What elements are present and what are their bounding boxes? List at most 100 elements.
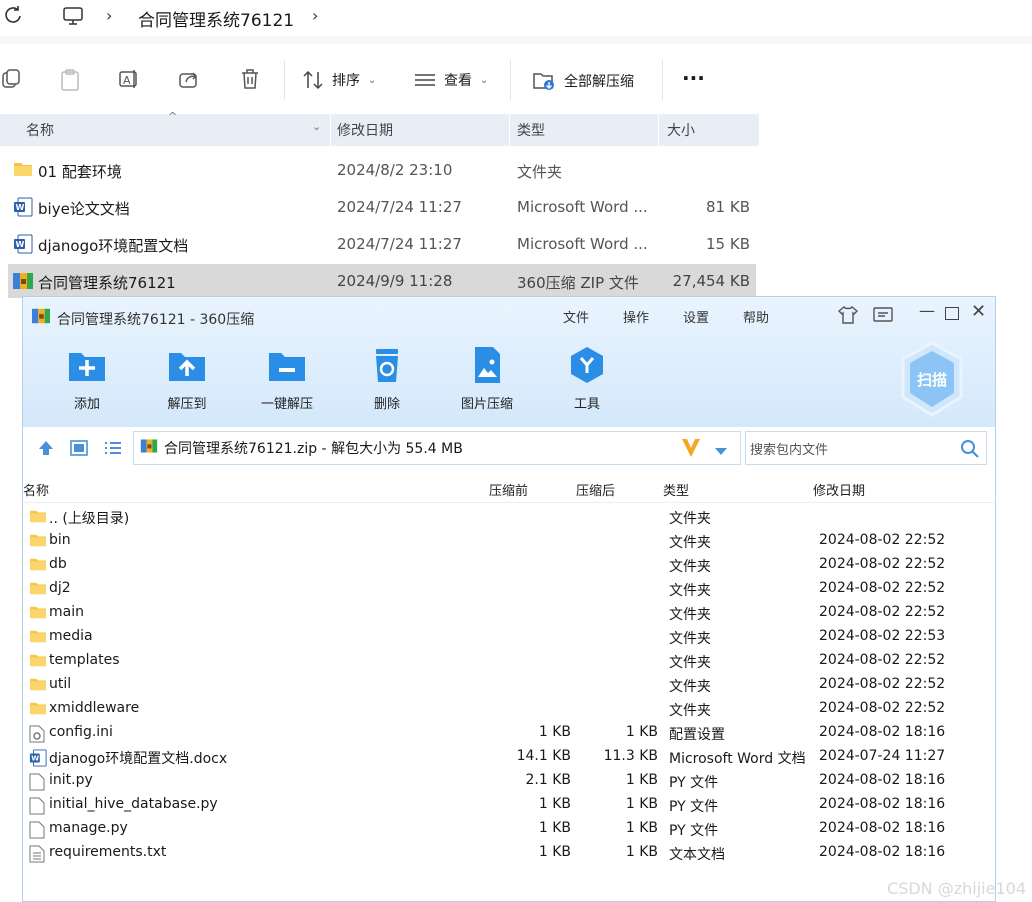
up-arrow-icon[interactable] bbox=[37, 439, 55, 461]
zip-file-name: media bbox=[49, 628, 93, 644]
zip-file-type: PY 文件 bbox=[669, 799, 719, 815]
zip-file-row[interactable]: templates 文件夹 2024-08-02 22:52 bbox=[23, 649, 995, 673]
image-compress-icon bbox=[467, 345, 507, 385]
zip-file-type: 文件夹 bbox=[669, 655, 711, 671]
minimize-button[interactable]: — bbox=[919, 301, 935, 320]
zip-archive-icon bbox=[140, 437, 158, 459]
extract-to-button[interactable]: 解压到 bbox=[147, 345, 227, 412]
menu-file[interactable]: 文件 bbox=[563, 307, 589, 326]
extract-to-icon bbox=[167, 345, 207, 385]
zip-file-date: 2024-08-02 22:52 bbox=[819, 652, 946, 668]
thumbnail-view-icon[interactable] bbox=[69, 439, 89, 461]
zip-file-before: 14.1 KB bbox=[516, 748, 571, 764]
zip-file-type: 文件夹 bbox=[669, 607, 711, 623]
folder-icon bbox=[29, 701, 47, 719]
zip-file-row[interactable]: dj2 文件夹 2024-08-02 22:52 bbox=[23, 577, 995, 601]
file-type: Microsoft Word ... bbox=[517, 198, 648, 216]
zip-file-row[interactable]: init.py 2.1 KB 1 KB PY 文件 2024-08-02 18:16 bbox=[23, 769, 995, 793]
chevron-down-icon: ⌄ bbox=[368, 74, 377, 86]
zip-file-row[interactable]: media 文件夹 2024-08-02 22:53 bbox=[23, 625, 995, 649]
file-row-selected[interactable]: 合同管理系统76121 2024/9/9 11:28 360压缩 ZIP 文件 … bbox=[8, 264, 756, 298]
one-click-extract-button[interactable]: 一键解压 bbox=[247, 345, 327, 412]
zip-file-date: 2024-08-02 22:52 bbox=[819, 676, 946, 692]
share-icon[interactable] bbox=[178, 68, 200, 90]
column-header-size[interactable]: 大小 bbox=[659, 114, 759, 146]
file-size: 27,454 KB bbox=[672, 272, 750, 290]
zip-column-before[interactable]: 压缩前 bbox=[489, 477, 528, 501]
search-icon[interactable] bbox=[960, 439, 980, 463]
chevron-right-icon: › bbox=[106, 6, 113, 25]
zip-file-row[interactable]: .. (上级目录) 文件夹 bbox=[23, 505, 995, 529]
more-button[interactable]: ··· bbox=[682, 66, 705, 90]
zip-file-after: 1 KB bbox=[625, 772, 658, 788]
sort-button[interactable]: 排序 ⌄ bbox=[302, 70, 376, 90]
zip-column-date[interactable]: 修改日期 bbox=[813, 477, 865, 501]
image-compress-button[interactable]: 图片压缩 bbox=[447, 345, 527, 412]
delete-label: 删除 bbox=[373, 397, 400, 412]
chevron-down-icon[interactable] bbox=[714, 444, 728, 460]
list-view-icon[interactable] bbox=[103, 439, 123, 461]
message-icon[interactable] bbox=[873, 306, 893, 328]
zip-file-row[interactable]: util 文件夹 2024-08-02 22:52 bbox=[23, 673, 995, 697]
rename-icon[interactable]: A bbox=[118, 68, 140, 90]
svg-text:W: W bbox=[16, 203, 25, 212]
file-type: 360压缩 ZIP 文件 bbox=[517, 274, 639, 292]
archive-path-bar[interactable]: 合同管理系统76121.zip - 解包大小为 55.4 MB bbox=[133, 431, 741, 465]
zip-file-name: djanogo环境配置文档.docx bbox=[49, 751, 228, 767]
column-header-date[interactable]: 修改日期 bbox=[331, 114, 509, 146]
zip-file-name: util bbox=[49, 676, 72, 692]
zip-file-row[interactable]: config.ini 1 KB 1 KB 配置设置 2024-08-02 18:16 bbox=[23, 721, 995, 745]
zip-column-name[interactable]: 名称 bbox=[23, 477, 49, 501]
zip-file-row[interactable]: main 文件夹 2024-08-02 22:52 bbox=[23, 601, 995, 625]
zip-file-date: 2024-08-02 22:52 bbox=[819, 556, 946, 572]
zip-file-row[interactable]: requirements.txt 1 KB 1 KB 文本文档 2024-08-02 1… bbox=[23, 841, 995, 865]
add-button[interactable]: 添加 bbox=[47, 345, 127, 412]
file-date: 2024/8/2 23:10 bbox=[337, 161, 453, 179]
zip-column-type[interactable]: 类型 bbox=[663, 477, 689, 501]
folder-icon bbox=[29, 581, 47, 599]
menu-operation[interactable]: 操作 bbox=[623, 307, 649, 326]
refresh-icon[interactable] bbox=[4, 5, 22, 29]
zip-column-after[interactable]: 压缩后 bbox=[576, 477, 615, 501]
delete-icon[interactable] bbox=[240, 68, 260, 90]
column-header-type[interactable]: 类型 bbox=[510, 114, 658, 146]
zip-file-name: initial_hive_database.py bbox=[49, 796, 218, 812]
tools-button[interactable]: 工具 bbox=[547, 345, 627, 412]
column-header-label: 大小 bbox=[667, 123, 695, 139]
zip-archive-icon bbox=[12, 271, 34, 295]
column-header-name[interactable]: 名称 ^ ⌄ bbox=[0, 110, 330, 146]
chevron-right-icon[interactable]: › bbox=[312, 6, 318, 25]
search-input[interactable]: 搜索包内文件 bbox=[745, 431, 987, 465]
view-button[interactable]: 查看 ⌄ bbox=[414, 70, 488, 90]
copy-icon[interactable] bbox=[0, 68, 20, 90]
zip-file-row[interactable]: manage.py 1 KB 1 KB PY 文件 2024-08-02 18:16 bbox=[23, 817, 995, 841]
scan-button[interactable]: 扫描 bbox=[899, 341, 965, 421]
chevron-down-icon[interactable]: ⌄ bbox=[312, 120, 321, 133]
zip-file-type: 文件夹 bbox=[669, 631, 711, 647]
zip-file-row[interactable]: bin 文件夹 2024-08-02 22:52 bbox=[23, 529, 995, 553]
breadcrumb-current[interactable]: 合同管理系统76121 bbox=[138, 6, 294, 31]
zip-file-row[interactable]: Wdjanogo环境配置文档.docx 14.1 KB 11.3 KB Microso… bbox=[23, 745, 995, 769]
sort-label: 排序 bbox=[332, 73, 360, 89]
menu-settings[interactable]: 设置 bbox=[683, 307, 709, 326]
zip-window-title: 合同管理系统76121 - 360压缩 bbox=[57, 312, 255, 328]
file-row[interactable]: 01 配套环境 2024/8/2 23:10 文件夹 bbox=[8, 153, 756, 187]
extract-to-label: 解压到 bbox=[167, 397, 207, 412]
file-row[interactable]: W biye论文文档 2024/7/24 11:27 Microsoft Wor… bbox=[8, 190, 756, 224]
zip-file-row[interactable]: xmiddleware 文件夹 2024-08-02 22:52 bbox=[23, 697, 995, 721]
close-button[interactable]: ✕ bbox=[971, 301, 986, 322]
v-badge-icon[interactable] bbox=[680, 436, 702, 464]
file-row[interactable]: W djanogo环境配置文档 2024/7/24 11:27 Microsof… bbox=[8, 227, 756, 261]
delete-button[interactable]: 删除 bbox=[347, 345, 427, 412]
computer-icon[interactable] bbox=[62, 6, 84, 30]
extract-all-button[interactable]: 全部解压缩 bbox=[532, 70, 634, 92]
maximize-button[interactable] bbox=[945, 307, 959, 320]
zip-file-row[interactable]: db 文件夹 2024-08-02 22:52 bbox=[23, 553, 995, 577]
zip-file-name: dj2 bbox=[49, 580, 71, 596]
column-header-label: 修改日期 bbox=[337, 123, 393, 139]
skin-icon[interactable] bbox=[837, 305, 859, 329]
menu-help[interactable]: 帮助 bbox=[743, 307, 769, 326]
paste-icon[interactable] bbox=[60, 68, 80, 92]
zip-file-row[interactable]: initial_hive_database.py 1 KB 1 KB PY 文件 202… bbox=[23, 793, 995, 817]
svg-text:A: A bbox=[123, 74, 131, 87]
